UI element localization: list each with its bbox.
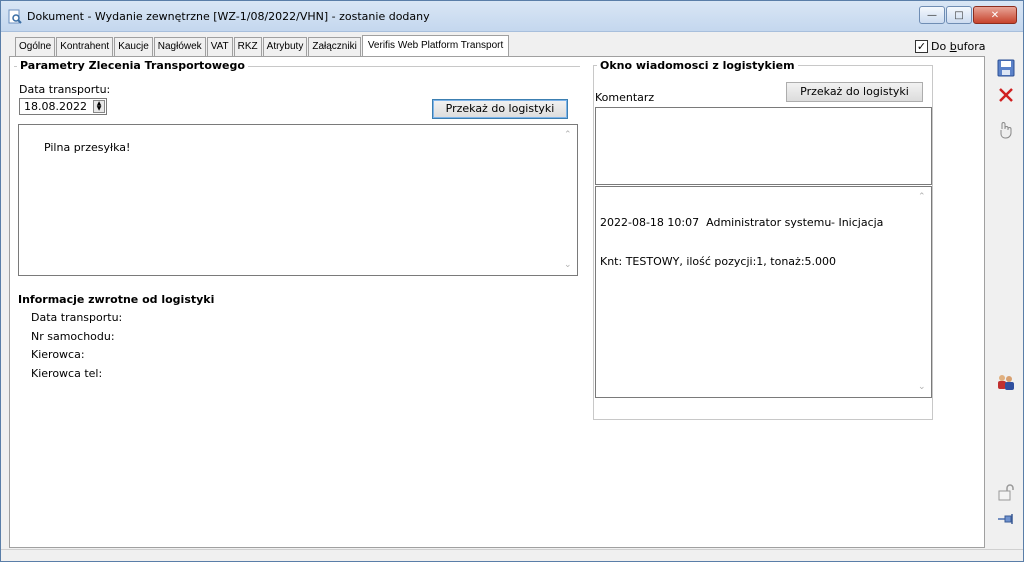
messages-group-title: Okno wiadomosci z logistykiem — [597, 59, 798, 72]
tab-strip: Ogólne Kontrahent Kaucje Nagłówek VAT RK… — [15, 35, 510, 56]
date-transport-label: Data transportu: — [19, 83, 111, 96]
save-button[interactable] — [995, 58, 1017, 80]
minimize-button[interactable]: — — [919, 6, 945, 24]
checkbox-box[interactable]: ✓ — [915, 40, 928, 53]
log-action: - Inicjacja — [831, 216, 884, 229]
send-to-logistics-button[interactable]: Przekaż do logistyki — [432, 99, 568, 119]
tab-naglowek[interactable]: Nagłówek — [153, 37, 206, 56]
title-bar: Dokument - Wydanie zewnętrzne [WZ-1/08/2… — [1, 1, 1023, 32]
maximize-button[interactable]: □ — [946, 6, 972, 24]
scroll-up-icon[interactable]: ⌃ — [564, 131, 574, 140]
comment-textarea[interactable] — [595, 107, 932, 185]
close-icon: ✕ — [990, 9, 1000, 21]
scroll-down-icon[interactable]: ⌄ — [564, 261, 574, 270]
log-line-1: 2022-08-18 10:07 Administrator systemu - … — [600, 216, 927, 229]
window-title: Dokument - Wydanie zewnętrzne [WZ-1/08/2… — [27, 10, 430, 23]
comment-label: Komentarz — [595, 91, 655, 104]
date-spinner[interactable]: ▲ ▼ — [93, 100, 105, 113]
feedback-vehicle-label: Nr samochodu: — [31, 330, 115, 343]
params-group-title: Parametry Zlecenia Transportowego — [17, 59, 248, 72]
tab-zalaczniki[interactable]: Załączniki — [308, 37, 361, 56]
log-scrollbar[interactable]: ⌃ ⌄ — [915, 187, 931, 397]
transport-note-textarea[interactable]: Pilna przesyłka! ⌃ ⌄ — [18, 124, 578, 276]
delete-button[interactable] — [995, 85, 1017, 107]
log-user: Administrator systemu — [706, 216, 832, 229]
magnifier-document-icon — [7, 9, 23, 25]
pin-icon — [997, 513, 1015, 528]
log-scroll-up-icon[interactable]: ⌃ — [918, 193, 928, 202]
tab-kaucje[interactable]: Kaucje — [114, 37, 153, 56]
tab-content-panel: Parametry Zlecenia Transportowego Data t… — [9, 56, 985, 548]
do-bufora-label-post: ufora — [956, 40, 986, 53]
side-toolbar — [987, 56, 1023, 548]
feedback-driver-phone-label: Kierowca tel: — [31, 367, 103, 380]
feedback-driver-label: Kierowca: — [31, 348, 85, 361]
message-log-textarea[interactable]: 2022-08-18 10:07 Administrator systemu - … — [595, 186, 932, 398]
users-button[interactable] — [995, 372, 1017, 394]
pin-button[interactable] — [995, 509, 1017, 531]
minimize-icon: — — [927, 9, 937, 21]
users-icon — [996, 373, 1016, 394]
do-bufora-checkbox[interactable]: ✓ Do bufora — [915, 40, 986, 53]
log-scroll-down-icon[interactable]: ⌄ — [918, 383, 928, 392]
tab-rkz[interactable]: RKZ — [233, 37, 262, 56]
delete-icon — [998, 87, 1014, 106]
note-scrollbar[interactable]: ⌃ ⌄ — [561, 125, 577, 275]
maximize-icon: □ — [954, 9, 964, 21]
approve-icon — [998, 121, 1014, 142]
close-button[interactable]: ✕ — [973, 6, 1017, 24]
date-transport-field[interactable]: 18.08.2022 ▲ ▼ — [19, 98, 107, 115]
lock-button[interactable] — [995, 482, 1017, 504]
approve-button[interactable] — [995, 120, 1017, 142]
save-icon — [997, 59, 1015, 80]
feedback-title: Informacje zwrotne od logistyki — [18, 293, 215, 306]
feedback-date-label: Data transportu: — [31, 311, 123, 324]
tab-atrybuty[interactable]: Atrybuty — [262, 37, 308, 56]
document-window: Dokument - Wydanie zewnętrzne [WZ-1/08/2… — [0, 0, 1024, 562]
date-transport-value: 18.08.2022 — [24, 100, 87, 113]
status-bar — [1, 549, 1023, 561]
window-controls: — □ ✕ — [918, 6, 1017, 24]
do-bufora-label-pre: Do — [931, 40, 950, 53]
do-bufora-label-accel: b — [949, 40, 957, 53]
send-message-button[interactable]: Przekaż do logistyki — [786, 82, 923, 102]
do-bufora-label: Do bufora — [931, 40, 986, 53]
lock-icon — [997, 483, 1015, 504]
log-line-2: Knt: TESTOWY, ilość pozycji:1, tonaż:5.0… — [600, 255, 837, 268]
tab-ogolne[interactable]: Ogólne — [15, 37, 56, 56]
tab-verifis-web-platform-transport[interactable]: Verifis Web Platform Transport — [361, 35, 510, 56]
tab-vat[interactable]: VAT — [206, 37, 233, 56]
log-timestamp: 2022-08-18 10:07 — [600, 216, 700, 229]
transport-note-text: Pilna przesyłka! — [43, 141, 131, 154]
tab-kontrahent[interactable]: Kontrahent — [56, 37, 114, 56]
spin-down-icon: ▼ — [96, 105, 102, 112]
